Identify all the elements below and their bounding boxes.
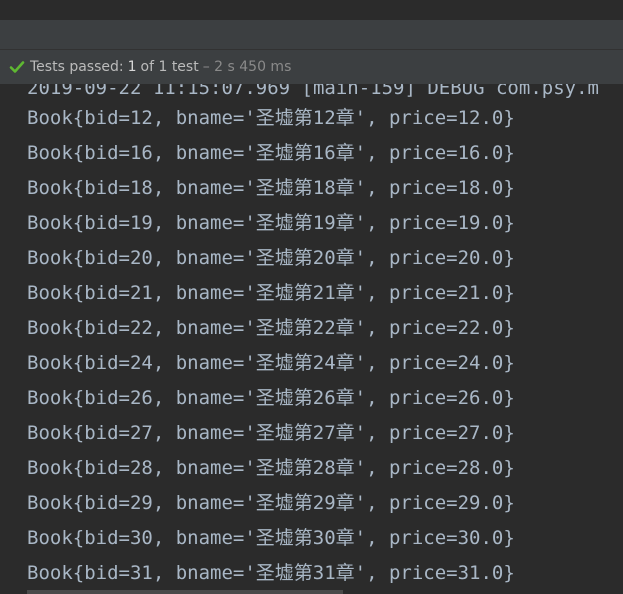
console-line: Book{bid=30, bname='圣墟第30章', price=30.0} [27,527,515,549]
top-strip [0,0,623,20]
status-passed-count: 1 [127,59,137,75]
console-line: Book{bid=19, bname='圣墟第19章', price=19.0} [27,212,515,234]
console-line: Book{bid=26, bname='圣墟第26章', price=26.0} [27,387,515,409]
console-line: Book{bid=18, bname='圣墟第18章', price=18.0} [27,177,515,199]
horizontal-scrollbar-thumb[interactable] [27,590,343,594]
console-line: Book{bid=31, bname='圣墟第31章', price=31.0} [27,562,515,584]
console-line: Book{bid=16, bname='圣墟第16章', price=16.0} [27,142,515,164]
console-line: Book{bid=24, bname='圣墟第24章', price=24.0} [27,352,515,374]
check-icon [9,59,25,75]
status-duration: – 2 s 450 ms [202,59,292,75]
console-line: Book{bid=22, bname='圣墟第22章', price=22.0} [27,317,515,339]
console-line: Book{bid=29, bname='圣墟第29章', price=29.0} [27,492,515,514]
console-line: Book{bid=27, bname='圣墟第27章', price=27.0} [27,422,515,444]
console-output[interactable]: 2019-09-22 11:15:07.969 [main-159] DEBUG… [0,78,623,594]
console-line: Book{bid=21, bname='圣墟第21章', price=21.0} [27,282,515,304]
console-line: Book{bid=20, bname='圣墟第20章', price=20.0} [27,247,515,269]
run-toolbar [0,20,623,50]
status-label: Tests passed: [30,59,124,75]
status-total: of 1 test [140,59,199,75]
console-line: Book{bid=28, bname='圣墟第28章', price=28.0} [27,457,515,479]
test-status-bar: Tests passed: 1 of 1 test – 2 s 450 ms [0,50,623,84]
console-line: Book{bid=12, bname='圣墟第12章', price=12.0} [27,107,515,129]
